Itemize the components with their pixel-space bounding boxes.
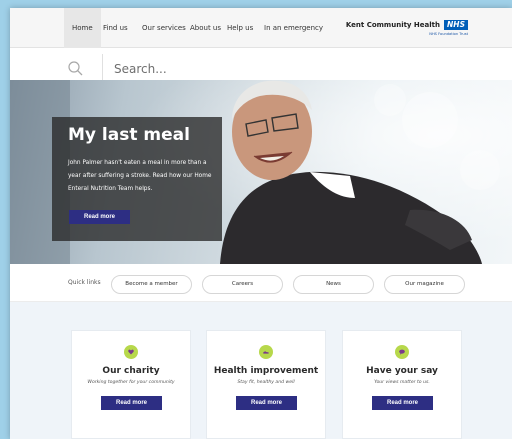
nav-item-emergency[interactable]: In an emergency	[256, 8, 331, 48]
hero-title: My last meal	[68, 125, 190, 145]
card-title: Have your say	[366, 366, 438, 376]
quick-link-our-magazine[interactable]: Our magazine	[384, 275, 465, 294]
card-subtitle: Stay fit, healthy and well	[237, 380, 295, 385]
card-read-more-button[interactable]: Read more	[101, 396, 162, 410]
card-read-more-button[interactable]: Read more	[372, 396, 433, 410]
search-icon[interactable]	[68, 61, 83, 76]
nav-item-find-us[interactable]: Find us	[95, 8, 136, 48]
top-nav: Home Find us Our services About us Help …	[10, 8, 512, 48]
card-subtitle: Working together for your community	[87, 380, 175, 385]
card-title: Health improvement	[213, 366, 319, 376]
hero-banner[interactable]: My last meal John Palmer hasn't eaten a …	[10, 80, 512, 264]
hero-text: John Palmer hasn't eaten a meal in more …	[68, 160, 212, 192]
cards-section: Our charity Working together for your co…	[10, 302, 512, 439]
page: Home Find us Our services About us Help …	[10, 8, 512, 439]
running-shoe-icon	[259, 345, 273, 359]
card-read-more-button[interactable]: Read more	[236, 396, 297, 410]
quick-links-bar: Quick links Become a member Careers News…	[10, 264, 512, 302]
card-title: Our charity	[102, 366, 160, 376]
search-input[interactable]	[114, 58, 454, 80]
nav-item-help-us[interactable]: Help us	[219, 8, 261, 48]
speech-bubble-icon	[395, 345, 409, 359]
quick-link-careers[interactable]: Careers	[202, 275, 283, 294]
hero-read-more-button[interactable]: Read more	[69, 210, 130, 224]
quick-link-news[interactable]: News	[293, 275, 374, 294]
quick-links-label: Quick links	[68, 279, 101, 286]
brand-subtitle: NHS Foundation Trust	[429, 32, 468, 36]
nhs-logo[interactable]: NHS	[444, 20, 468, 30]
brand-name[interactable]: Kent Community Health	[346, 21, 440, 29]
card-health-improvement[interactable]: Health improvement Stay fit, healthy and…	[206, 330, 326, 439]
card-subtitle: Your views matter to us.	[374, 380, 430, 385]
card-our-charity[interactable]: Our charity Working together for your co…	[71, 330, 191, 439]
quick-link-become-member[interactable]: Become a member	[111, 275, 192, 294]
card-have-your-say[interactable]: Have your say Your views matter to us. R…	[342, 330, 462, 439]
heart-icon	[124, 345, 138, 359]
hero-overlay: My last meal John Palmer hasn't eaten a …	[52, 117, 222, 241]
